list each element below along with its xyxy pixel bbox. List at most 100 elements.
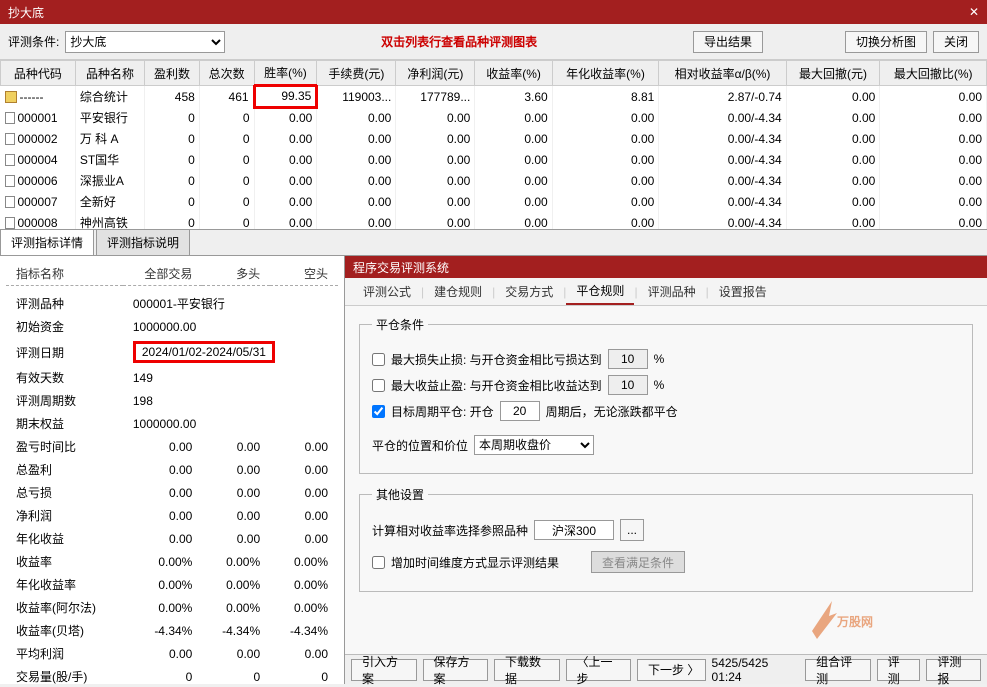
beta-label: 收益率(贝塔): [6, 619, 123, 642]
endeq-label: 期末权益: [6, 412, 123, 435]
col-header[interactable]: 胜率(%): [254, 61, 317, 86]
ref-label: 计算相对收益率选择参照品种: [372, 522, 528, 539]
col-header[interactable]: 品种名称: [75, 61, 144, 86]
document-icon: [5, 217, 15, 229]
col-header[interactable]: 总次数: [199, 61, 254, 86]
ref-browse-button[interactable]: ...: [620, 519, 644, 541]
product-value: 000001-平安银行: [123, 292, 338, 315]
max-profit-label: 最大收益止盈: 与开仓资金相比收益达到: [391, 377, 602, 394]
tab-explain[interactable]: 评测指标说明: [96, 229, 190, 255]
initfund-value: 1000000.00: [123, 315, 338, 338]
sub-tab[interactable]: 设置报告: [709, 279, 777, 304]
retr-label: 收益率: [6, 550, 123, 573]
import-button[interactable]: 引入方案: [351, 659, 417, 681]
document-icon: [5, 133, 15, 145]
save-button[interactable]: 保存方案: [423, 659, 489, 681]
max-loss-label: 最大损失止损: 与开仓资金相比亏损达到: [391, 351, 602, 368]
cond-select[interactable]: 抄大底: [65, 31, 225, 53]
toolbar: 评测条件: 抄大底 双击列表行查看品种评测图表 导出结果 切换分析图 关闭: [0, 24, 987, 60]
detail-tabs: 评测指标详情 评测指标说明: [0, 230, 987, 256]
alpha-label: 收益率(阿尔法): [6, 596, 123, 619]
fs2-legend: 其他设置: [372, 486, 428, 503]
document-icon: [5, 112, 15, 124]
annp-label: 年化收益: [6, 527, 123, 550]
col-header[interactable]: 净利润(元): [396, 61, 475, 86]
window-title: 抄大底: [8, 4, 44, 21]
export-button[interactable]: 导出结果: [693, 31, 763, 53]
document-icon: [5, 154, 15, 166]
close-button[interactable]: 关闭: [933, 31, 979, 53]
table-row[interactable]: ------综合统计45846199.35119003...177789...3…: [1, 86, 987, 108]
metrics-head-name: 指标名称: [6, 262, 123, 286]
prev-button[interactable]: 〈上一步: [566, 659, 632, 681]
ref-input[interactable]: [534, 520, 614, 540]
metrics-panel: 指标名称 全部交易 多头 空头 评测品种000001-平安银行 初始资金1000…: [0, 256, 345, 684]
product-label: 评测品种: [6, 292, 123, 315]
table-row[interactable]: 000002万 科 A000.000.000.000.000.000.00/-4…: [1, 128, 987, 149]
sub-tabs: 评测公式|建仓规则|交易方式|平仓规则|评测品种|设置报告: [345, 278, 987, 306]
cycles-label: 评测周期数: [6, 389, 123, 412]
folder-icon: [5, 91, 17, 103]
days-label: 有效天数: [6, 366, 123, 389]
view-cond-button[interactable]: 查看满足条件: [591, 551, 685, 573]
sub-tab[interactable]: 评测公式: [353, 279, 421, 304]
target-cycle-checkbox[interactable]: [372, 405, 385, 418]
max-loss-input[interactable]: [608, 349, 648, 369]
other-settings-fieldset: 其他设置 计算相对收益率选择参照品种 ... 增加时间维度方式显示评测结果 查看…: [359, 486, 973, 592]
document-icon: [5, 196, 15, 208]
metrics-head-short: 空头: [270, 262, 338, 286]
col-header[interactable]: 相对收益率α/β(%): [659, 61, 786, 86]
cycles-value: 198: [123, 389, 338, 412]
sub-tab[interactable]: 建仓规则: [424, 279, 492, 304]
col-header[interactable]: 盈利数: [145, 61, 200, 86]
time-dim-checkbox[interactable]: [372, 556, 385, 569]
col-header[interactable]: 最大回撤比(%): [880, 61, 987, 86]
tab-detail[interactable]: 评测指标详情: [0, 229, 94, 255]
window-close-icon[interactable]: ✕: [969, 5, 979, 19]
document-icon: [5, 175, 15, 187]
fs1-legend: 平仓条件: [372, 316, 428, 333]
single-eval-button[interactable]: 评测: [877, 659, 921, 681]
target-cycle-input[interactable]: [500, 401, 540, 421]
sub-tab[interactable]: 评测品种: [638, 279, 706, 304]
table-row[interactable]: 000007全新好000.000.000.000.000.000.00/-4.3…: [1, 191, 987, 212]
days-value: 149: [123, 366, 338, 389]
tloss-label: 总亏损: [6, 481, 123, 504]
table-row[interactable]: 000008神州高铁000.000.000.000.000.000.00/-4.…: [1, 212, 987, 230]
time-dim-label: 增加时间维度方式显示评测结果: [391, 554, 559, 571]
close-conditions-fieldset: 平仓条件 最大损失止损: 与开仓资金相比亏损达到 % 最大收益止盈: 与开仓资金…: [359, 316, 973, 474]
max-loss-checkbox[interactable]: [372, 353, 385, 366]
progress-status: 5425/5425 01:24: [712, 656, 794, 684]
date-label: 评测日期: [6, 338, 123, 366]
table-row[interactable]: 000004ST国华000.000.000.000.000.000.00/-4.…: [1, 149, 987, 170]
col-header[interactable]: 品种代码: [1, 61, 76, 86]
vol-label: 交易量(股/手): [6, 665, 123, 684]
annr-label: 年化收益率: [6, 573, 123, 596]
netp-label: 净利润: [6, 504, 123, 527]
metrics-head-all: 全部交易: [123, 262, 202, 286]
report-button[interactable]: 评测报: [926, 659, 981, 681]
max-profit-input[interactable]: [608, 375, 648, 395]
plratio-label: 盈亏时间比: [6, 435, 123, 458]
combo-eval-button[interactable]: 组合评测: [805, 659, 871, 681]
sub-tab[interactable]: 平仓规则: [566, 278, 634, 305]
initfund-label: 初始资金: [6, 315, 123, 338]
tprofit-label: 总盈利: [6, 458, 123, 481]
close-pos-select[interactable]: 本周期收盘价: [474, 435, 594, 455]
col-header[interactable]: 年化收益率(%): [552, 61, 659, 86]
table-row[interactable]: 000006深振业A000.000.000.000.000.000.00/-4.…: [1, 170, 987, 191]
download-button[interactable]: 下载数据: [494, 659, 560, 681]
col-header[interactable]: 收益率(%): [475, 61, 552, 86]
max-profit-checkbox[interactable]: [372, 379, 385, 392]
col-header[interactable]: 最大回撤(元): [786, 61, 880, 86]
bottom-bar: 引入方案 保存方案 下载数据 〈上一步 下一步 〉 5425/5425 01:2…: [345, 654, 987, 684]
col-header[interactable]: 手续费(元): [317, 61, 396, 86]
table-row[interactable]: 000001平安银行000.000.000.000.000.000.00/-4.…: [1, 107, 987, 128]
results-grid[interactable]: 品种代码品种名称盈利数总次数胜率(%)手续费(元)净利润(元)收益率(%)年化收…: [0, 60, 987, 230]
target-cycle-label: 目标周期平仓: 开仓: [391, 403, 494, 420]
sub-tab[interactable]: 交易方式: [495, 279, 563, 304]
avgp-label: 平均利润: [6, 642, 123, 665]
window-title-bar: 抄大底 ✕: [0, 0, 987, 24]
switch-analysis-button[interactable]: 切换分析图: [845, 31, 927, 53]
next-button[interactable]: 下一步 〉: [637, 659, 706, 681]
